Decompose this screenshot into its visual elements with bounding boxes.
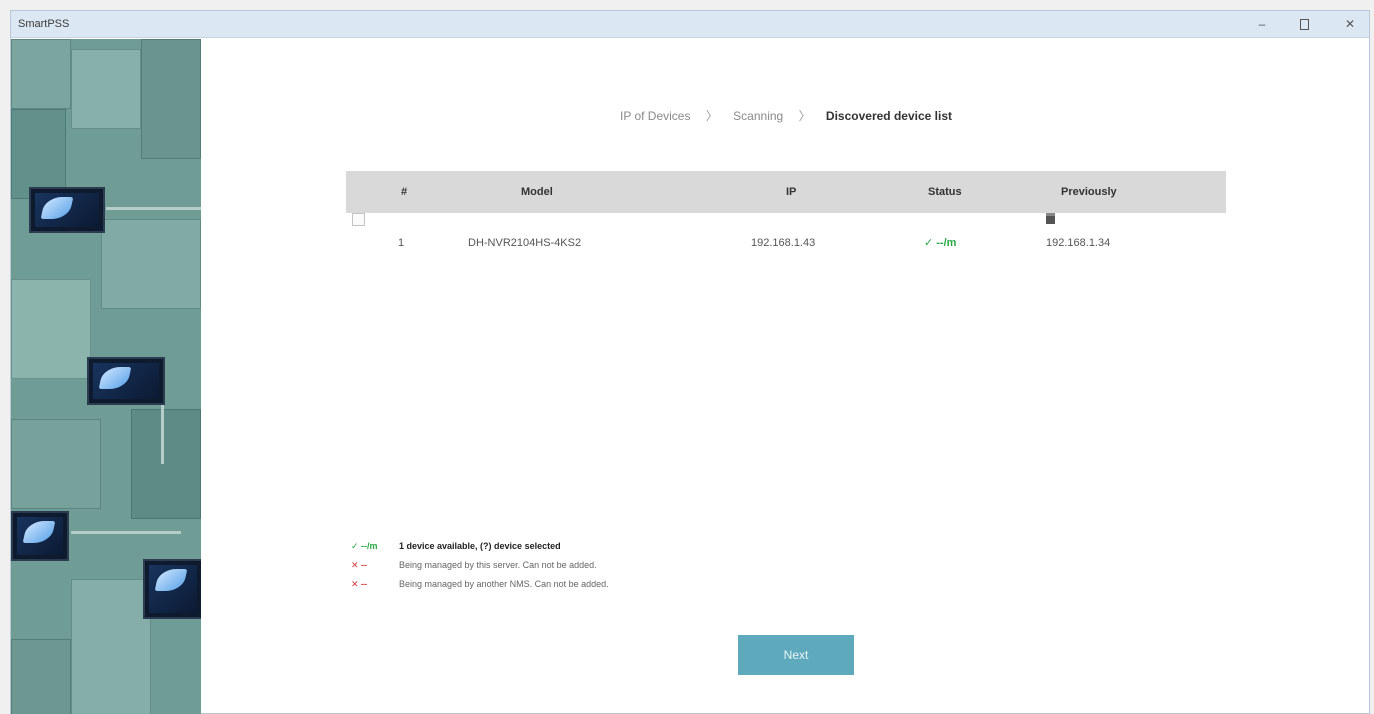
breadcrumb-step: IP of Devices xyxy=(619,109,691,123)
monitor-image xyxy=(143,559,201,619)
illustration-tile xyxy=(131,409,201,519)
device-table: # Model IP Status Previously 1 DH-NVR210… xyxy=(346,171,1226,273)
breadcrumb-step: Scanning xyxy=(733,109,784,123)
legend-text: Being managed by this server. Can not be… xyxy=(399,560,597,570)
column-header-model: Model xyxy=(521,186,553,198)
column-header-index: # xyxy=(401,186,408,198)
window-title: SmartPSS xyxy=(18,18,70,30)
monitor-image xyxy=(11,511,69,561)
maximize-icon xyxy=(1299,19,1309,31)
minimize-button[interactable]: – xyxy=(1251,14,1273,34)
table-header: # Model IP Status Previously xyxy=(346,171,1226,213)
illustration-tile xyxy=(71,579,151,714)
breadcrumb-separator: 〉 xyxy=(705,109,718,123)
illustration-tile xyxy=(11,279,91,379)
legend-symbol: ✓ --/m xyxy=(351,541,378,551)
main-content: IP of Devices 〉 Scanning 〉 Discovered de… xyxy=(201,39,1371,714)
legend-text: Being managed by another NMS. Can not be… xyxy=(399,579,609,589)
illustration-tile xyxy=(11,39,71,109)
monitor-image xyxy=(87,357,165,405)
title-bar[interactable]: SmartPSS – ✕ xyxy=(11,11,1369,38)
legend-symbol: ✕ -- xyxy=(351,579,368,589)
app-window: SmartPSS – ✕ IP of Devices 〉 Scanning 〉 … xyxy=(10,10,1370,714)
maximize-button[interactable] xyxy=(1293,14,1315,34)
column-header-status: Status xyxy=(928,186,962,198)
row-model: DH-NVR2104HS-4KS2 xyxy=(468,237,582,249)
breadcrumb-separator: 〉 xyxy=(798,109,811,123)
monitor-image xyxy=(29,187,105,233)
row-ip: 192.168.1.43 xyxy=(751,237,816,249)
breadcrumb-current: Discovered device list xyxy=(825,109,952,123)
mount-arm xyxy=(106,207,201,210)
illustration-tile xyxy=(141,39,201,159)
column-header-ip: IP xyxy=(786,186,797,198)
illustration-tile xyxy=(11,639,71,714)
mount-arm xyxy=(71,531,181,534)
column-header-previously: Previously xyxy=(1061,186,1117,198)
illustration-tile xyxy=(11,419,101,509)
table-row[interactable]: 1 DH-NVR2104HS-4KS2 192.168.1.43 ✓ --/m … xyxy=(346,213,1226,273)
illustration-tile xyxy=(101,219,201,309)
row-checkbox[interactable] xyxy=(352,213,365,226)
illustration-tile xyxy=(11,109,66,199)
legend-symbol: ✕ -- xyxy=(351,560,368,570)
breadcrumb: IP of Devices 〉 Scanning 〉 Discovered de… xyxy=(201,107,1371,124)
sidebar-illustration xyxy=(11,39,201,714)
legend-text: 1 device available, (?) device selected xyxy=(399,541,561,551)
illustration-tile xyxy=(71,49,141,129)
row-index: 1 xyxy=(398,237,405,249)
close-button[interactable]: ✕ xyxy=(1339,14,1361,34)
next-button[interactable]: Next xyxy=(738,635,854,675)
row-status: ✓ --/m xyxy=(924,237,957,249)
row-previously-ip: 192.168.1.34 xyxy=(1046,237,1111,249)
